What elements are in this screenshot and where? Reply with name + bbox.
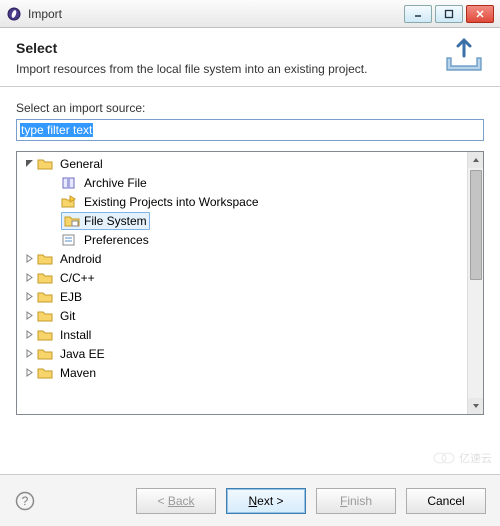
back-button[interactable]: < Back	[136, 488, 216, 514]
expander-expanded-icon[interactable]	[23, 158, 35, 170]
tree-item-label: Install	[60, 328, 91, 342]
tree-item-general[interactable]: General	[19, 154, 467, 173]
tree-item-label: Archive File	[84, 176, 147, 190]
folder-icon	[37, 251, 53, 267]
maximize-button[interactable]	[435, 5, 463, 23]
cancel-button-label: Cancel	[427, 494, 464, 508]
tree-item-git[interactable]: Git	[19, 306, 467, 325]
tree-item-label: Preferences	[84, 233, 149, 247]
watermark: 亿速云	[433, 450, 492, 466]
tree-item-install[interactable]: Install	[19, 325, 467, 344]
tree-item-label: General	[60, 157, 103, 171]
tree-viewport: General Archive File Existing Projects i…	[17, 152, 467, 414]
expander-collapsed-icon[interactable]	[23, 272, 35, 284]
cancel-button[interactable]: Cancel	[406, 488, 486, 514]
wizard-button-bar: ? < Back Next > Finish Cancel	[0, 474, 500, 526]
expander-none	[47, 234, 59, 246]
finish-button[interactable]: Finish	[316, 488, 396, 514]
source-label: Select an import source:	[16, 101, 484, 115]
folder-icon	[37, 327, 53, 343]
filter-input-text: type filter text	[20, 123, 93, 137]
tree-item-label: Git	[60, 309, 75, 323]
projects-icon	[61, 194, 77, 210]
folder-icon	[37, 289, 53, 305]
expander-collapsed-icon[interactable]	[23, 348, 35, 360]
expander-none	[47, 215, 59, 227]
scroll-up-icon[interactable]	[468, 152, 484, 168]
finish-button-label: inish	[347, 494, 372, 508]
svg-text:?: ?	[22, 494, 29, 508]
close-button[interactable]	[466, 5, 494, 23]
expander-none	[47, 196, 59, 208]
tree-item-existing-projects[interactable]: Existing Projects into Workspace	[19, 192, 467, 211]
banner-heading: Select	[16, 40, 484, 56]
banner-description: Import resources from the local file sys…	[16, 62, 484, 76]
tree-item-label: Existing Projects into Workspace	[84, 195, 259, 209]
back-button-label: Back	[168, 494, 195, 508]
import-source-tree[interactable]: General Archive File Existing Projects i…	[16, 151, 484, 415]
app-icon	[6, 6, 22, 22]
tree-item-ejb[interactable]: EJB	[19, 287, 467, 306]
tree-item-javaee[interactable]: Java EE	[19, 344, 467, 363]
tree-item-cpp[interactable]: C/C++	[19, 268, 467, 287]
folder-icon	[37, 156, 53, 172]
next-button-label: ext >	[257, 494, 283, 508]
expander-collapsed-icon[interactable]	[23, 310, 35, 322]
help-icon[interactable]: ?	[14, 490, 36, 512]
window-title: Import	[28, 7, 404, 21]
tree-item-label: Maven	[60, 366, 96, 380]
wizard-banner: Select Import resources from the local f…	[0, 28, 500, 87]
tree-item-android[interactable]: Android	[19, 249, 467, 268]
vertical-scrollbar[interactable]	[467, 152, 483, 414]
scroll-down-icon[interactable]	[468, 398, 484, 414]
folder-icon	[37, 365, 53, 381]
expander-collapsed-icon[interactable]	[23, 253, 35, 265]
tree-item-maven[interactable]: Maven	[19, 363, 467, 382]
tree-item-file-system[interactable]: File System	[19, 211, 467, 230]
expander-collapsed-icon[interactable]	[23, 329, 35, 341]
expander-collapsed-icon[interactable]	[23, 367, 35, 379]
tree-item-label: Java EE	[60, 347, 105, 361]
archive-icon	[61, 175, 77, 191]
folder-icon	[37, 308, 53, 324]
folder-icon	[37, 346, 53, 362]
filter-input[interactable]: type filter text	[16, 119, 484, 141]
import-icon	[444, 36, 484, 77]
window-controls	[404, 5, 494, 23]
preferences-icon	[61, 232, 77, 248]
expander-collapsed-icon[interactable]	[23, 291, 35, 303]
tree-item-label: Android	[60, 252, 101, 266]
wizard-content: Select an import source: type filter tex…	[0, 87, 500, 421]
next-button[interactable]: Next >	[226, 488, 306, 514]
tree-item-preferences[interactable]: Preferences	[19, 230, 467, 249]
tree-item-label: EJB	[60, 290, 82, 304]
folder-icon	[37, 270, 53, 286]
scroll-thumb[interactable]	[470, 170, 482, 280]
tree-item-archive-file[interactable]: Archive File	[19, 173, 467, 192]
tree-item-label: C/C++	[60, 271, 95, 285]
titlebar: Import	[0, 0, 500, 28]
expander-none	[47, 177, 59, 189]
watermark-text: 亿速云	[459, 450, 492, 466]
minimize-button[interactable]	[404, 5, 432, 23]
filesystem-icon	[64, 213, 80, 229]
tree-item-label: File System	[84, 214, 147, 228]
